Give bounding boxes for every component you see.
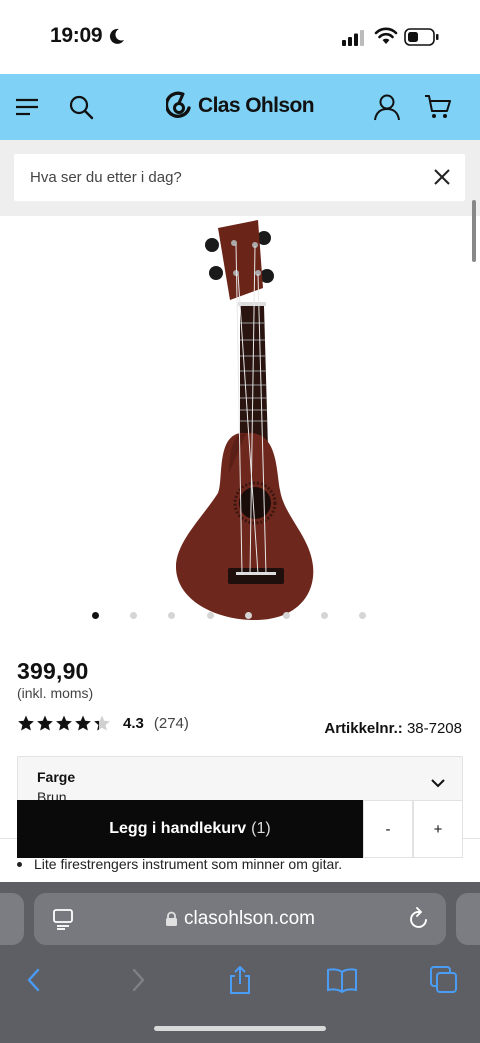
- bullet: [17, 861, 22, 867]
- url-display: clasohlson.com: [34, 893, 446, 945]
- battery-icon: [404, 28, 439, 46]
- product-image[interactable]: [160, 218, 330, 628]
- search-box: [14, 154, 465, 201]
- search-area: [0, 140, 480, 216]
- signal-icon: [342, 30, 364, 46]
- book-icon: [327, 968, 357, 993]
- carousel-dot[interactable]: [283, 612, 290, 619]
- add-to-cart-button[interactable]: Legg i handlekurv (1): [17, 800, 363, 858]
- product-rating[interactable]: 4.3 (274): [17, 714, 189, 732]
- star-icon: [18, 715, 34, 731]
- back-button[interactable]: [14, 960, 54, 1000]
- chevron-left-icon: [27, 968, 40, 992]
- star-icon: [75, 715, 91, 731]
- image-carousel-dots: [0, 610, 480, 620]
- bookmarks-button[interactable]: [322, 960, 362, 1000]
- forward-button[interactable]: [118, 960, 158, 1000]
- carousel-dot[interactable]: [207, 612, 214, 619]
- product-price: 399,90: [17, 658, 89, 684]
- add-to-cart-label: Legg i handlekurv: [109, 820, 247, 837]
- search-icon[interactable]: [66, 74, 96, 140]
- tabs-icon: [430, 966, 457, 993]
- rating-count[interactable]: (274): [154, 715, 189, 732]
- chevron-right-icon: [132, 968, 145, 992]
- wifi-icon: [374, 27, 398, 44]
- article-value: 38-7208: [406, 720, 462, 737]
- article-number: Artikkelnr.: 38-7208: [324, 720, 462, 737]
- close-icon[interactable]: [433, 168, 451, 186]
- scrollbar[interactable]: [472, 200, 476, 262]
- lock-icon: [166, 911, 178, 926]
- quantity-increase-button[interactable]: +: [413, 800, 463, 858]
- carousel-dot[interactable]: [92, 612, 99, 619]
- search-input[interactable]: [30, 154, 410, 201]
- share-button[interactable]: [220, 960, 260, 1000]
- next-tab-peek[interactable]: [456, 893, 480, 945]
- browser-toolbar: clasohlson.com: [0, 882, 480, 1043]
- rating-value: 4.3: [123, 714, 144, 732]
- url-text: clasohlson.com: [184, 908, 315, 929]
- previous-tab-peek[interactable]: [0, 893, 24, 945]
- browser-nav-row: [0, 960, 480, 1000]
- price-vat-note: (inkl. moms): [17, 685, 94, 701]
- color-label: Farge: [37, 769, 76, 785]
- carousel-dot[interactable]: [321, 612, 328, 619]
- partial-star-icon: [94, 715, 110, 731]
- tabs-button[interactable]: [424, 960, 464, 1000]
- status-time: 19:09: [50, 24, 103, 47]
- cart-icon[interactable]: [422, 74, 454, 140]
- chevron-down-icon: [431, 779, 445, 788]
- carousel-dot[interactable]: [168, 612, 175, 619]
- app-header: Clas Ohlson: [0, 74, 480, 140]
- rating-stars: [17, 714, 111, 732]
- menu-icon[interactable]: [12, 74, 42, 140]
- logo-text: Clas Ohlson: [198, 94, 315, 117]
- star-icon: [56, 715, 72, 731]
- home-indicator[interactable]: [154, 1026, 326, 1031]
- moon-icon: [109, 28, 124, 44]
- carousel-dot[interactable]: [130, 612, 137, 619]
- brand-logo[interactable]: Clas Ohlson: [166, 91, 315, 121]
- carousel-dot[interactable]: [245, 612, 252, 619]
- article-label: Artikkelnr.:: [324, 720, 403, 737]
- star-icon: [37, 715, 53, 731]
- quantity-decrease-button[interactable]: -: [363, 800, 413, 858]
- user-icon[interactable]: [372, 74, 402, 140]
- logo-icon: [166, 91, 191, 118]
- carousel-dot[interactable]: [359, 612, 366, 619]
- share-icon: [230, 966, 250, 994]
- reload-icon[interactable]: [408, 907, 430, 931]
- add-to-cart-count: (1): [251, 820, 271, 837]
- address-bar[interactable]: clasohlson.com: [34, 893, 446, 945]
- status-bar: 19:09: [0, 0, 480, 74]
- add-to-cart-bar: Legg i handlekurv (1) - +: [0, 798, 480, 862]
